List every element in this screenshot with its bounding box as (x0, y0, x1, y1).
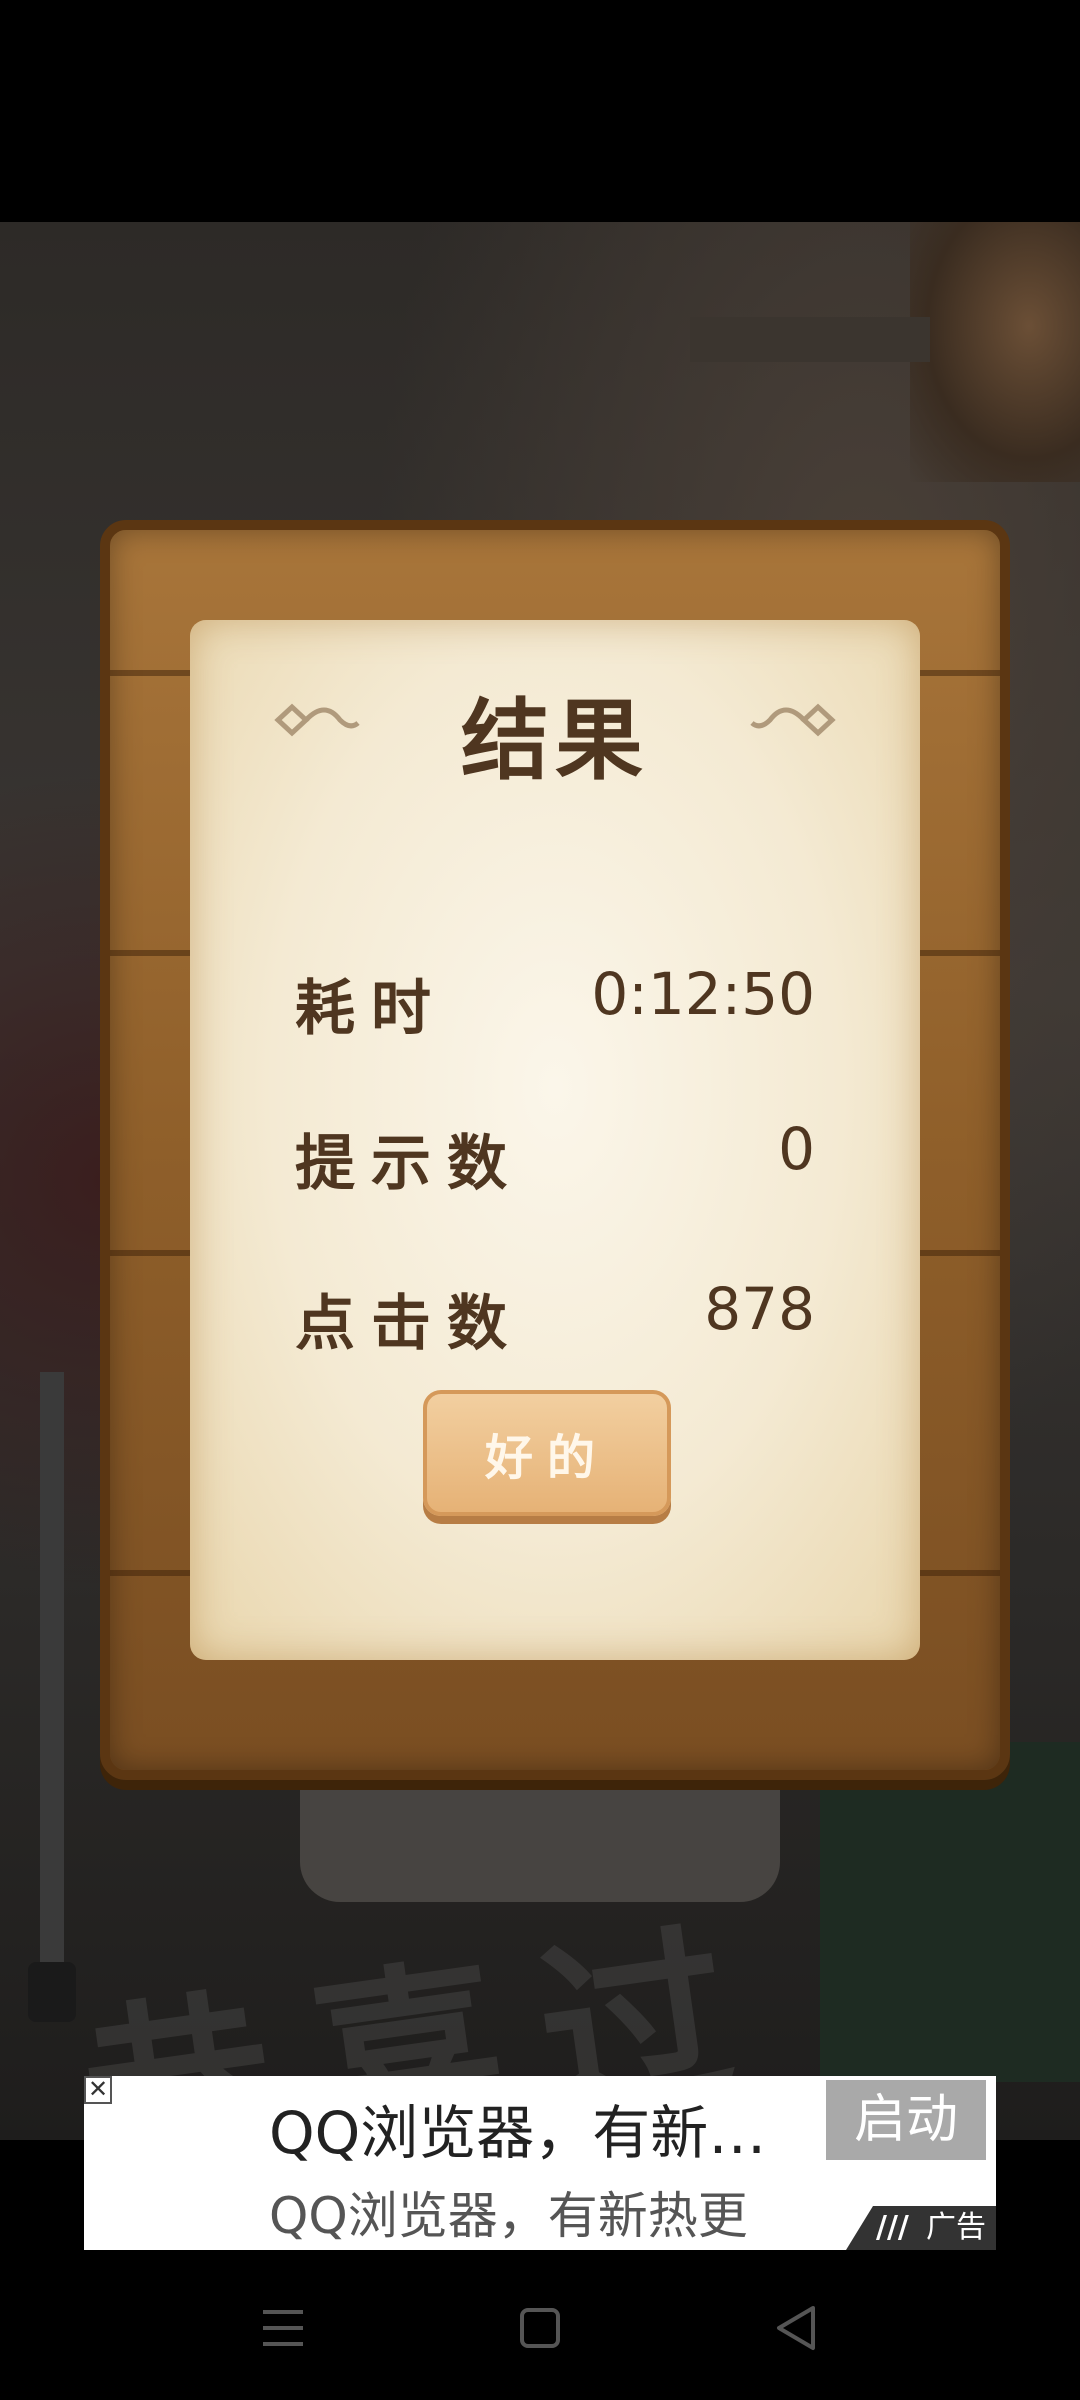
stat-row-time: 耗时 0:12:50 (295, 960, 815, 1044)
stat-value-time: 0:12:50 (591, 960, 815, 1028)
pole-decoration (40, 1372, 64, 2022)
stat-row-clicks: 点击数 878 (295, 1275, 815, 1359)
stat-label-clicks: 点击数 (295, 1289, 523, 1359)
ad-tag: /// 广告 (846, 2206, 996, 2250)
stat-label-time: 耗时 (295, 974, 447, 1044)
result-dialog: 结果 耗时 0:12:50 提示数 0 点击数 878 好的 (100, 520, 1010, 1780)
shelf-decoration (690, 317, 930, 362)
navigation-bar (0, 2250, 1080, 2400)
home-square-icon[interactable] (500, 2288, 580, 2368)
mat-decoration (820, 1742, 1080, 2082)
ad-title: QQ浏览器，有新… (269, 2099, 767, 2167)
ok-button[interactable]: 好的 (423, 1390, 671, 1516)
dog-image (910, 222, 1080, 482)
ad-banner[interactable]: ✕ QQ浏览器，有新… QQ浏览器，有新热更 启动 /// 广告 (84, 2076, 996, 2250)
stat-label-hints: 提示数 (295, 1129, 523, 1199)
stat-row-hints: 提示数 0 (295, 1115, 815, 1199)
menu-icon[interactable] (243, 2288, 323, 2368)
ad-launch-button[interactable]: 启动 (826, 2080, 986, 2160)
ad-logo-icon: /// (876, 2210, 909, 2245)
ad-subtitle: QQ浏览器，有新热更 (269, 2187, 748, 2245)
stat-value-hints: 0 (778, 1115, 815, 1183)
flourish-right-icon (750, 703, 836, 737)
ad-tag-label: 广告 (926, 2210, 986, 2245)
back-triangle-icon[interactable] (757, 2288, 837, 2368)
close-icon[interactable]: ✕ (84, 2076, 112, 2104)
parchment-panel: 结果 耗时 0:12:50 提示数 0 点击数 878 好的 (190, 620, 920, 1660)
stat-value-clicks: 878 (704, 1275, 815, 1343)
